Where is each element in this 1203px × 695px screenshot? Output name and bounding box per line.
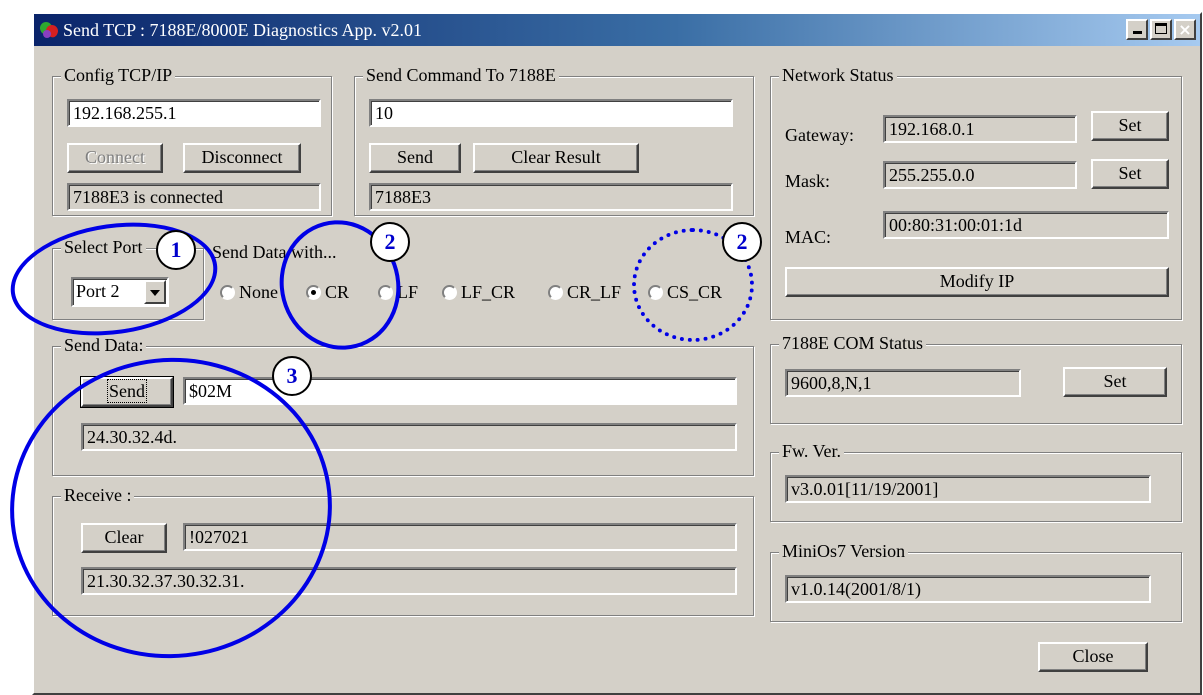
send-data-button[interactable]: Send (80, 376, 174, 408)
maximize-icon (1155, 23, 1167, 34)
clear-receive-button[interactable]: Clear (81, 523, 167, 553)
send-command-button[interactable]: Send (369, 143, 461, 173)
disconnect-button[interactable]: Disconnect (183, 143, 301, 173)
receive-hex: 21.30.32.37.30.32.31. (81, 567, 737, 595)
mac-value: 00:80:31:00:01:1d (883, 211, 1169, 239)
ip-address-input[interactable]: 192.168.255.1 (67, 99, 321, 127)
close-icon: × (1178, 20, 1192, 39)
radio-cr-lf-dot (548, 285, 563, 300)
chevron-down-icon[interactable] (144, 280, 166, 304)
mac-label: MAC: (785, 227, 832, 247)
select-port-label: Select Port (61, 236, 146, 258)
clear-result-button[interactable]: Clear Result (473, 143, 639, 173)
receive-value: !027021 (183, 523, 737, 551)
connect-button[interactable]: Connect (67, 143, 163, 173)
gateway-value: 192.168.0.1 (883, 115, 1077, 143)
send-data-with-label: Send Data with... (212, 242, 337, 262)
title-bar[interactable]: Send TCP : 7188E/8000E Diagnostics App. … (34, 14, 1200, 46)
window-title: Send TCP : 7188E/8000E Diagnostics App. … (63, 19, 423, 40)
network-status-group: Network Status Gateway: 192.168.0.1 Set … (770, 64, 1182, 320)
mask-label: Mask: (785, 171, 830, 191)
connection-status: 7188E3 is connected (67, 183, 321, 211)
minios7-version-group: MiniOs7 Version v1.0.14(2001/8/1) (770, 540, 1182, 622)
minios7-version-value: v1.0.14(2001/8/1) (785, 575, 1151, 603)
com-status-label: 7188E COM Status (779, 332, 927, 354)
send-data-group: Send Data: Send $02M 24.30.32.4d. (52, 334, 754, 476)
send-data-hex: 24.30.32.4d. (81, 423, 737, 451)
radio-cr-lf[interactable]: CR_LF (548, 282, 621, 303)
minimize-icon (1133, 31, 1142, 34)
radio-lf[interactable]: LF (378, 282, 418, 303)
annotation-marker-3: 3 (272, 356, 312, 396)
config-tcpip-label: Config TCP/IP (61, 64, 176, 86)
com-status-group: 7188E COM Status 9600,8,N,1 Set (770, 332, 1182, 424)
annotation-marker-1: 1 (156, 230, 196, 270)
radio-lf-cr[interactable]: LF_CR (442, 282, 515, 303)
radio-none-dot (220, 285, 235, 300)
mask-value: 255.255.0.0 (883, 161, 1077, 189)
app-icon (37, 19, 60, 41)
port-select-value: Port 2 (76, 281, 120, 301)
close-button[interactable]: Close (1038, 642, 1148, 672)
radio-lf-cr-dot (442, 285, 457, 300)
radio-cs-cr-dot (648, 285, 663, 300)
annotation-marker-2: 2 (370, 222, 410, 262)
modify-ip-button[interactable]: Modify IP (785, 267, 1169, 297)
config-tcpip-group: Config TCP/IP 192.168.255.1 Connect Disc… (52, 64, 332, 216)
radio-none[interactable]: None (220, 282, 278, 303)
terminator-radio-group: None CR LF LF_CR CR_LF CS_CR (220, 282, 760, 306)
maximize-button[interactable] (1150, 19, 1172, 40)
minimize-button[interactable] (1126, 19, 1148, 40)
set-gateway-button[interactable]: Set (1091, 111, 1169, 141)
receive-label: Receive : (61, 484, 135, 506)
radio-cs-cr[interactable]: CS_CR (648, 282, 722, 303)
command-input[interactable]: 10 (369, 99, 733, 127)
network-status-label: Network Status (779, 64, 897, 86)
set-com-button[interactable]: Set (1063, 367, 1167, 397)
fw-version-label: Fw. Ver. (779, 440, 845, 462)
fw-version-value: v3.0.01[11/19/2001] (785, 475, 1151, 503)
send-data-input[interactable]: $02M (183, 377, 737, 405)
send-command-label: Send Command To 7188E (363, 64, 559, 86)
minios7-version-label: MiniOs7 Version (779, 540, 909, 562)
port-select[interactable]: Port 2 (71, 277, 169, 307)
app-window: Send TCP : 7188E/8000E Diagnostics App. … (32, 12, 1202, 695)
set-mask-button[interactable]: Set (1091, 159, 1169, 189)
radio-cr-dot (306, 285, 321, 300)
radio-cr[interactable]: CR (306, 282, 349, 303)
send-command-group: Send Command To 7188E 10 Send Clear Resu… (354, 64, 754, 216)
receive-group: Receive : Clear !027021 21.30.32.37.30.3… (52, 484, 754, 616)
annotation-marker-2b: 2 (722, 222, 762, 262)
close-window-button[interactable]: × (1174, 19, 1196, 40)
com-status-value: 9600,8,N,1 (785, 369, 1021, 397)
radio-lf-dot (378, 285, 393, 300)
send-data-label: Send Data: (61, 334, 147, 356)
command-result: 7188E3 (369, 183, 733, 211)
fw-version-group: Fw. Ver. v3.0.01[11/19/2001] (770, 440, 1182, 522)
gateway-label: Gateway: (785, 125, 854, 145)
